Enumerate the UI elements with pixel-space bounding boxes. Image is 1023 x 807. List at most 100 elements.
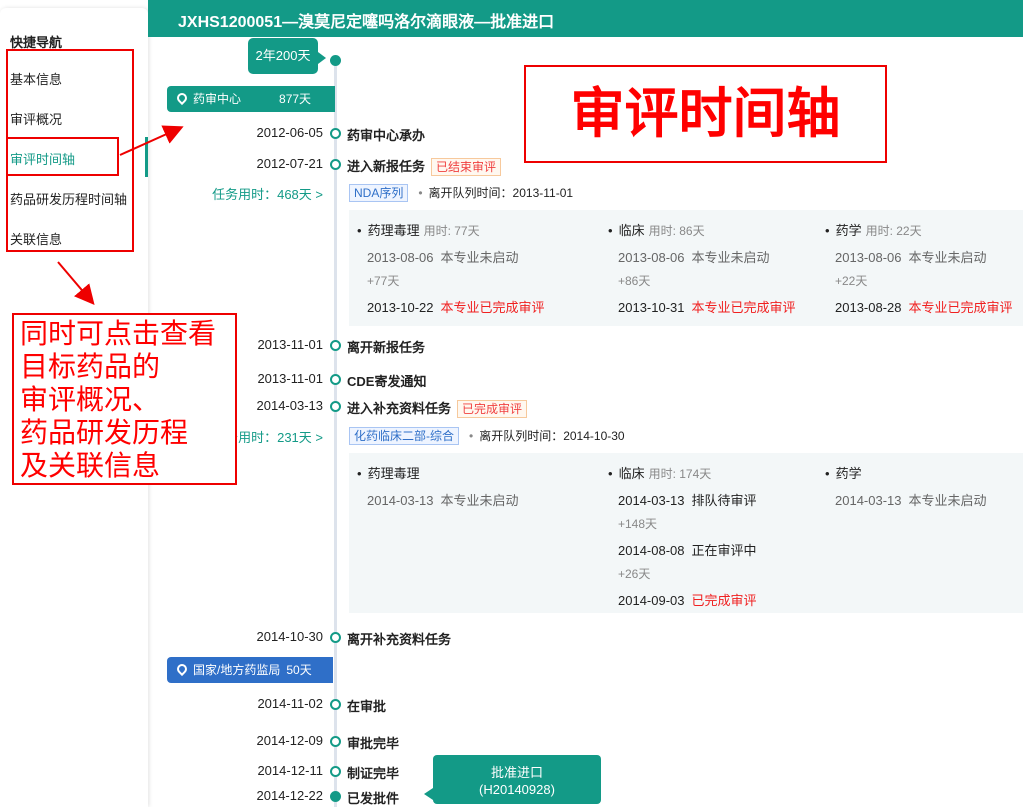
timeline-dot	[330, 699, 341, 710]
event-date: 2014-12-22	[256, 788, 324, 803]
event-title: CDE寄发通知	[347, 374, 427, 389]
queue-tag: 化药临床二部-综合	[349, 427, 459, 445]
discipline-header: • 药理毒理	[357, 463, 519, 482]
note-line: 审评概况、	[20, 384, 161, 415]
delta-days: +77天	[367, 274, 400, 288]
discipline-header: • 药理毒理 用时: 77天	[357, 220, 545, 239]
review-row: 2013-10-31 本专业已完成审评	[608, 297, 796, 316]
event-date: 2012-07-21	[256, 156, 324, 171]
event-date: 2012-06-05	[256, 125, 324, 140]
event-title: 药审中心承办	[347, 128, 426, 143]
review-row: 2014-03-13 排队待审评	[608, 490, 757, 509]
event-title: 在审批	[347, 699, 387, 714]
discipline-name: 药理毒理	[367, 466, 420, 481]
stage-name: 药审中心	[193, 92, 242, 106]
event-date: 2014-12-09	[256, 733, 324, 748]
bullet: •	[825, 223, 830, 238]
location-pin-icon	[174, 90, 190, 106]
row-status: 本专业已完成审评	[691, 300, 796, 315]
total-duration-bubble: 2年200天	[248, 38, 326, 74]
status-tag: 已结束审评	[431, 158, 502, 176]
event-title: 离开新报任务	[347, 340, 426, 355]
discipline-name: 药学	[835, 466, 862, 481]
row-date: 2014-03-13	[618, 493, 685, 508]
row-date: 2013-08-06	[835, 250, 902, 265]
bullet: •	[608, 223, 613, 238]
timeline-dot	[330, 736, 341, 747]
event-label: 制证完毕	[347, 763, 399, 782]
queue-line: 化药临床二部-综合 • 离开队列时间：2014-10-30	[349, 427, 625, 445]
delta-days: +22天	[835, 274, 868, 288]
row-status: 本专业未启动	[440, 493, 519, 508]
queue-line: NDA序列 • 离开队列时间：2013-11-01	[349, 184, 573, 202]
active-indicator	[145, 137, 148, 177]
timeline-dot	[330, 374, 341, 385]
event-title: 离开补充资料任务	[347, 632, 452, 647]
event-date: 2014-10-30	[256, 629, 324, 644]
bullet: •	[608, 466, 613, 481]
row-status: 本专业未启动	[691, 250, 770, 265]
status-tag: 已完成审评	[457, 400, 528, 418]
discipline-name: 临床	[618, 466, 645, 481]
discipline-column: • 临床 用时: 174天 2014-03-13 排队待审评 +148天 2014-08-0…	[608, 463, 757, 609]
event-label: 药审中心承办	[347, 125, 425, 144]
delta-days: +86天	[618, 274, 651, 288]
timeline-dot	[330, 128, 341, 139]
event-title: 已发批件	[347, 791, 400, 806]
note-line: 目标药品的	[20, 351, 161, 382]
result-callout: 批准进口 (H20140928)	[424, 755, 601, 804]
queue-leave-time: 离开队列时间：2014-10-30	[479, 429, 625, 443]
event-title: 进入新报任务	[347, 159, 426, 174]
discipline-used: 用时: 22天	[865, 224, 922, 238]
result-code: (H20140928)	[479, 782, 555, 797]
annotation-box-active	[6, 137, 119, 176]
delta-days: +148天	[618, 517, 658, 531]
row-status: 本专业已完成审评	[440, 300, 545, 315]
row-date: 2014-09-03	[618, 593, 685, 608]
row-date: 2013-10-31	[618, 300, 685, 315]
stage-days: 877天	[279, 92, 312, 106]
note-line: 同时可点击查看	[20, 318, 217, 349]
review-panel: • 药理毒理 2014-03-13 本专业未启动 • 临床 用时: 174天 2014-03-…	[349, 453, 1023, 613]
stage-days: 50天	[286, 663, 312, 677]
discipline-used: 用时: 86天	[648, 224, 705, 238]
row-date: 2013-08-28	[835, 300, 902, 315]
review-panel: • 药理毒理 用时: 77天 2013-08-06 本专业未启动 +77天 2013-10-…	[349, 210, 1023, 326]
event-label: 在审批	[347, 696, 386, 715]
bullet: •	[357, 466, 362, 481]
timeline-dot	[330, 340, 341, 351]
event-label: 审批完毕	[347, 733, 399, 752]
delta-days: +26天	[618, 567, 651, 581]
event-label: 离开新报任务	[347, 337, 425, 356]
annotation-note: 同时可点击查看 目标药品的 审评概况、 药品研发历程 及关联信息	[12, 313, 237, 485]
review-row: 2013-08-06 本专业未启动	[825, 247, 1013, 266]
discipline-used: 用时: 174天	[648, 467, 712, 481]
event-label: 离开补充资料任务	[347, 629, 451, 648]
review-row: 2013-08-28 本专业已完成审评	[825, 297, 1013, 316]
event-label: 进入新报任务 已结束审评	[347, 156, 502, 176]
event-title: 制证完毕	[347, 766, 400, 781]
discipline-column: • 药理毒理 用时: 77天 2013-08-06 本专业未启动 +77天 2013-10-…	[357, 220, 545, 316]
review-row: 2014-08-08 正在审评中	[608, 540, 757, 559]
row-status: 已完成审评	[691, 593, 757, 608]
note-line: 及关联信息	[20, 450, 161, 481]
task-duration-link[interactable]: 任务用时：468天 >	[167, 184, 323, 203]
event-date: 2014-11-02	[257, 696, 323, 711]
bullet: •	[418, 186, 423, 200]
discipline-header: • 临床 用时: 174天	[608, 463, 757, 482]
row-date: 2013-08-06	[367, 250, 434, 265]
queue-leave-time: 离开队列时间：2013-11-01	[428, 186, 574, 200]
event-date: 2014-12-11	[257, 763, 323, 778]
timeline-axis	[334, 60, 337, 807]
location-pin-icon	[174, 661, 190, 677]
bullet: •	[825, 466, 830, 481]
review-row: 2014-03-13 本专业未启动	[357, 490, 519, 509]
timeline-start-dot	[330, 55, 341, 66]
stage-band: 药审中心 877天	[167, 86, 335, 112]
row-status: 本专业已完成审评	[908, 300, 1013, 315]
event-label: CDE寄发通知	[347, 371, 426, 390]
row-status: 本专业未启动	[908, 250, 987, 265]
event-title: 进入补充资料任务	[347, 401, 452, 416]
queue-tag: NDA序列	[349, 184, 409, 202]
row-date: 2014-03-13	[835, 493, 902, 508]
